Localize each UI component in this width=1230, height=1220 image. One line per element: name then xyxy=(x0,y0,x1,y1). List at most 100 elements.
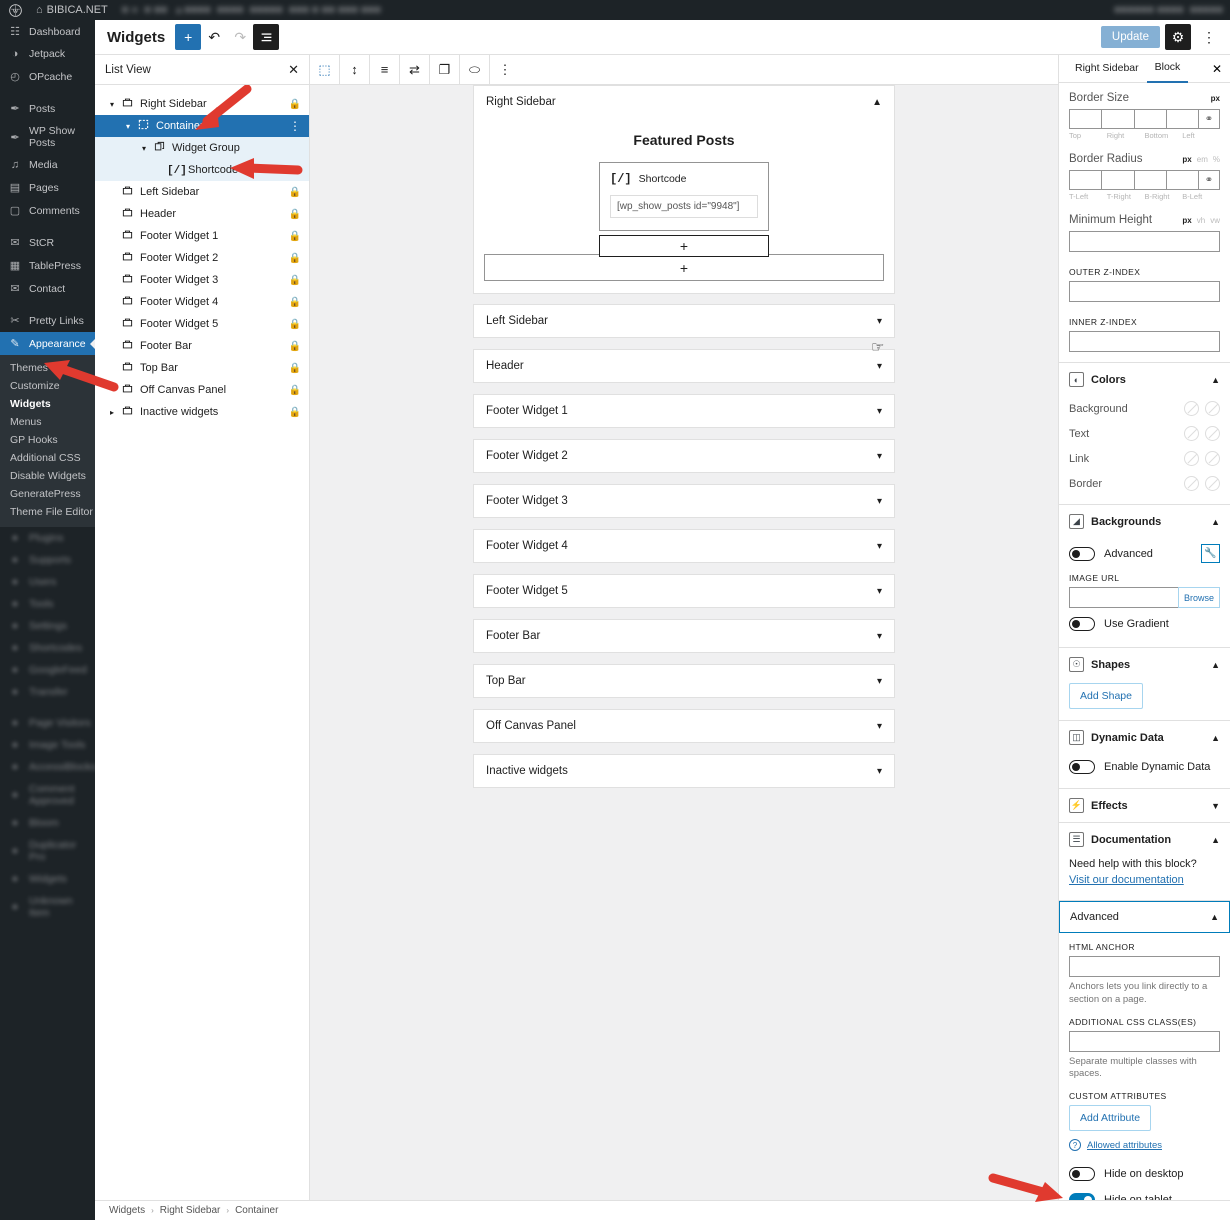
widget-area-top-bar[interactable]: Top Bar ▾ xyxy=(473,664,895,698)
advanced-toggle[interactable] xyxy=(1069,546,1095,561)
adminbar-right-group[interactable]: ■■■■■■ ■■■■ ■■■■■ xyxy=(1107,4,1230,16)
advanced-panel-header[interactable]: Advanced ▲ xyxy=(1059,901,1230,933)
chevron-up-icon[interactable]: ▲ xyxy=(1210,912,1219,922)
use-gradient-toggle[interactable] xyxy=(1069,617,1095,631)
adminbar-blurred-group[interactable]: ■ ● ■ ■■ ▲■■■■ ■■■■ ■■■■■ ■■■ ■ ■■ ■■■ ■… xyxy=(115,4,388,16)
gear-icon[interactable]: ⚙ xyxy=(1165,24,1191,50)
widget-area-footer-widget-2[interactable]: Footer Widget 2 ▾ xyxy=(473,439,895,473)
tab-block[interactable]: Block xyxy=(1146,55,1189,83)
breadcrumb-item-0[interactable]: Widgets xyxy=(109,1205,145,1216)
documentation-panel-header[interactable]: ☰ Documentation ▲ xyxy=(1059,823,1230,856)
color-swatch-hover[interactable] xyxy=(1205,401,1220,416)
widget-area-header[interactable]: Top Bar ▾ xyxy=(474,665,894,697)
blurred-menu-item[interactable]: ● Bloom xyxy=(0,812,95,834)
list-view-row-shortcode[interactable]: [/] Shortcode xyxy=(95,159,309,181)
visit-documentation-link[interactable]: Visit our documentation xyxy=(1059,874,1230,896)
inner-block-appender[interactable]: + xyxy=(599,235,769,257)
sidebar-item-tablepress[interactable]: ▦ TablePress xyxy=(0,254,95,277)
enable-dynamic-data-toggle[interactable] xyxy=(1069,760,1095,774)
unit-vw[interactable]: vw xyxy=(1210,216,1220,225)
kebab-menu-icon[interactable]: ⋮ xyxy=(289,120,301,132)
wordpress-logo-icon[interactable]: W xyxy=(8,3,22,17)
blurred-menu-item[interactable]: ● AccessiBlocks xyxy=(0,756,95,778)
outer-z-index-input[interactable] xyxy=(1069,281,1220,302)
chevron-down-icon[interactable]: ▾ xyxy=(877,721,882,732)
image-url-input[interactable] xyxy=(1069,587,1178,608)
redo-icon[interactable]: ↷ xyxy=(227,24,253,50)
blurred-menu-item[interactable]: ● Widgets xyxy=(0,868,95,890)
undo-icon[interactable]: ↶ xyxy=(201,24,227,50)
border-size-top-input[interactable] xyxy=(1069,109,1102,129)
list-view-row-footer-widget-3[interactable]: Footer Widget 3 🔒 xyxy=(95,269,309,291)
border-radius-tr-input[interactable] xyxy=(1101,170,1134,190)
border-radius-tl-input[interactable] xyxy=(1069,170,1102,190)
blurred-menu-item[interactable]: ● Transfer xyxy=(0,681,95,703)
sidebar-item-stcr[interactable]: ✉ StCR xyxy=(0,231,95,254)
chevron-down-icon[interactable]: ▾ xyxy=(137,144,151,153)
chevron-right-icon[interactable]: ▸ xyxy=(105,408,119,417)
widget-area-header[interactable]: Right Sidebar ▲ xyxy=(474,86,894,118)
sidebar-item-posts[interactable]: ✒ Posts xyxy=(0,97,95,120)
link-sides-icon[interactable]: ⚭ xyxy=(1198,109,1220,129)
widget-area-header[interactable]: Footer Widget 1 ▾ xyxy=(474,395,894,427)
align-icon[interactable]: ≡ xyxy=(370,54,400,85)
blurred-menu-item[interactable]: ● Users xyxy=(0,571,95,593)
submenu-item-theme-file-editor[interactable]: Theme File Editor xyxy=(0,503,95,521)
link-sides-icon[interactable]: ⚭ xyxy=(1198,170,1220,190)
submenu-item-menus[interactable]: Menus xyxy=(0,413,95,431)
unit-em[interactable]: em xyxy=(1197,155,1208,164)
breadcrumb-item-1[interactable]: Right Sidebar xyxy=(160,1205,221,1216)
widget-area-header[interactable]: Off Canvas Panel ▾ xyxy=(474,710,894,742)
sidebar-item-pages[interactable]: ▤ Pages xyxy=(0,176,95,199)
chevron-up-icon[interactable]: ▲ xyxy=(1211,660,1220,670)
widget-area-footer-bar[interactable]: Footer Bar ▾ xyxy=(473,619,895,653)
list-view-row-footer-widget-5[interactable]: Footer Widget 5 🔒 xyxy=(95,313,309,335)
list-view-row-header[interactable]: Header 🔒 xyxy=(95,203,309,225)
allowed-attributes-link[interactable]: Allowed attributes xyxy=(1087,1140,1162,1151)
shapes-panel-header[interactable]: ☉ Shapes ▲ xyxy=(1059,648,1230,681)
sidebar-item-comments[interactable]: ▢ Comments xyxy=(0,199,95,222)
widget-area-header[interactable]: Footer Bar ▾ xyxy=(474,620,894,652)
kebab-menu-icon[interactable]: ⋮ xyxy=(1196,24,1222,50)
color-swatch-desktop[interactable] xyxy=(1184,401,1199,416)
sidebar-item-media[interactable]: ♫ Media xyxy=(0,154,95,176)
unit-px[interactable]: px xyxy=(1182,155,1191,164)
sidebar-item-appearance[interactable]: ✎ Appearance xyxy=(0,332,95,355)
list-view-row-top-bar[interactable]: Top Bar 🔒 xyxy=(95,357,309,379)
chevron-down-icon[interactable]: ▼ xyxy=(1211,801,1220,811)
backgrounds-panel-header[interactable]: ◢ Backgrounds ▲ xyxy=(1059,505,1230,538)
widget-area-left-sidebar[interactable]: Left Sidebar ▾ xyxy=(473,304,895,338)
widget-area-header[interactable]: Left Sidebar ▾ xyxy=(474,305,894,337)
blurred-menu-item[interactable]: ● GoogleFeed xyxy=(0,659,95,681)
outer-block-appender[interactable]: + xyxy=(484,254,884,281)
submenu-item-widgets[interactable]: Widgets xyxy=(0,395,95,413)
hide-on-tablet-toggle[interactable] xyxy=(1069,1193,1095,1200)
border-radius-units[interactable]: px em% xyxy=(1182,155,1220,164)
list-view-row-container[interactable]: ▾ Container ⋮ xyxy=(95,115,309,137)
site-name-item[interactable]: ⌂ BIBICA.NET xyxy=(29,4,115,16)
color-swatch-desktop[interactable] xyxy=(1184,451,1199,466)
color-swatch-hover[interactable] xyxy=(1205,426,1220,441)
css-classes-input[interactable] xyxy=(1069,1030,1220,1052)
blurred-menu-item[interactable]: ● Unknown Item xyxy=(0,890,95,924)
chevron-down-icon[interactable]: ▾ xyxy=(877,361,882,372)
add-shape-button[interactable]: Add Shape xyxy=(1069,683,1143,709)
list-view-row-right-sidebar[interactable]: ▾ Right Sidebar 🔒 xyxy=(95,93,309,115)
border-size-units[interactable]: px xyxy=(1211,94,1220,103)
border-size-left-input[interactable] xyxy=(1165,109,1198,129)
border-radius-bl-input[interactable] xyxy=(1165,170,1198,190)
blurred-menu-item[interactable]: ● Settings xyxy=(0,615,95,637)
widget-area-header[interactable]: Footer Widget 3 ▾ xyxy=(474,485,894,517)
widget-area-footer-widget-4[interactable]: Footer Widget 4 ▾ xyxy=(473,529,895,563)
unit-px[interactable]: px xyxy=(1182,216,1191,225)
select-block-icon[interactable]: ⬚ xyxy=(310,54,340,85)
browse-button[interactable]: Browse xyxy=(1177,587,1220,608)
widget-area-header[interactable]: Footer Widget 5 ▾ xyxy=(474,575,894,607)
color-swatch-hover[interactable] xyxy=(1205,451,1220,466)
transform-icon[interactable]: ⇄ xyxy=(400,54,430,85)
blurred-menu-item[interactable]: ● Plugins xyxy=(0,527,95,549)
list-view-row-footer-widget-2[interactable]: Footer Widget 2 🔒 xyxy=(95,247,309,269)
widget-area-header[interactable]: Inactive widgets ▾ xyxy=(474,755,894,787)
sidebar-item-contact[interactable]: ✉ Contact xyxy=(0,277,95,300)
border-size-right-input[interactable] xyxy=(1101,109,1134,129)
